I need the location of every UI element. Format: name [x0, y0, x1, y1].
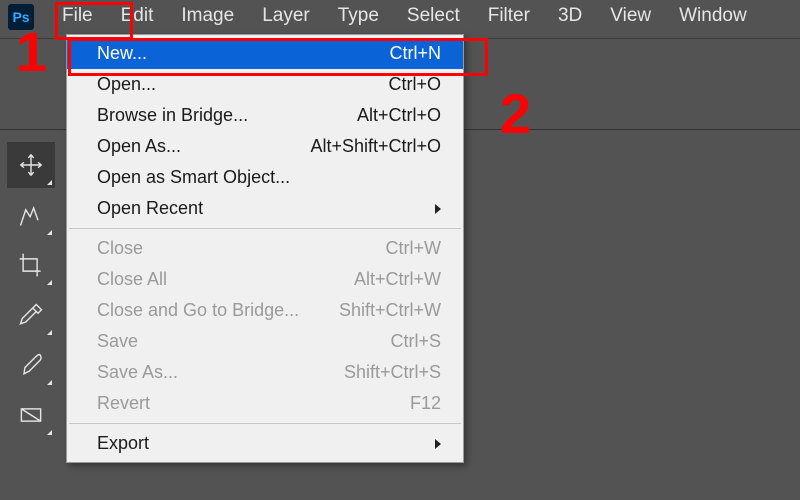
file-menu-browse-in-bridge[interactable]: Browse in Bridge...Alt+Ctrl+O — [67, 100, 463, 131]
menu-file[interactable]: File — [48, 0, 107, 34]
menu-filter[interactable]: Filter — [474, 0, 544, 34]
menu-item-label: Close — [97, 238, 376, 259]
brush-tool[interactable] — [7, 342, 55, 388]
gradient-tool[interactable] — [7, 392, 55, 438]
file-menu-open-as-smart-object[interactable]: Open as Smart Object... — [67, 162, 463, 193]
submenu-arrow-icon — [435, 439, 441, 449]
file-menu-open-as[interactable]: Open As...Alt+Shift+Ctrl+O — [67, 131, 463, 162]
file-menu-new[interactable]: New...Ctrl+N — [67, 38, 463, 69]
menu-type[interactable]: Type — [324, 0, 393, 34]
menu-image[interactable]: Image — [167, 0, 248, 34]
menu-item-shortcut: Shift+Ctrl+W — [329, 300, 441, 321]
move-tool[interactable] — [7, 142, 55, 188]
menu-select[interactable]: Select — [393, 0, 474, 34]
menu-item-shortcut: Ctrl+S — [380, 331, 441, 352]
photoshop-app-icon: Ps — [8, 4, 34, 30]
menu-item-label: Export — [97, 433, 427, 454]
file-menu-close-all: Close AllAlt+Ctrl+W — [67, 264, 463, 295]
annotation-number-2: 2 — [500, 86, 531, 142]
file-menu-revert: RevertF12 — [67, 388, 463, 419]
file-menu-export[interactable]: Export — [67, 428, 463, 459]
menu-item-shortcut: Alt+Ctrl+W — [344, 269, 441, 290]
file-menu-open[interactable]: Open...Ctrl+O — [67, 69, 463, 100]
menu-item-label: Browse in Bridge... — [97, 105, 347, 126]
menu-item-shortcut: Ctrl+W — [376, 238, 442, 259]
menu-item-label: Save — [97, 331, 380, 352]
file-menu-open-recent[interactable]: Open Recent — [67, 193, 463, 224]
eyedropper-tool[interactable] — [7, 292, 55, 338]
menu-item-label: Open... — [97, 74, 378, 95]
menu-item-shortcut: Alt+Ctrl+O — [347, 105, 441, 126]
menu-item-label: Save As... — [97, 362, 334, 383]
file-menu-dropdown: New...Ctrl+NOpen...Ctrl+OBrowse in Bridg… — [66, 34, 464, 463]
lasso-tool[interactable] — [7, 192, 55, 238]
menu-view[interactable]: View — [596, 0, 665, 34]
menu-item-shortcut: Alt+Shift+Ctrl+O — [300, 136, 441, 157]
file-menu-save: SaveCtrl+S — [67, 326, 463, 357]
menu-item-shortcut: Ctrl+O — [378, 74, 441, 95]
crop-tool[interactable] — [7, 242, 55, 288]
tool-panel — [4, 130, 58, 442]
menu-item-label: Open Recent — [97, 198, 427, 219]
menu-item-label: Revert — [97, 393, 400, 414]
menu-item-label: Close All — [97, 269, 344, 290]
menu-edit[interactable]: Edit — [107, 0, 168, 34]
menu-item-label: Open as Smart Object... — [97, 167, 441, 188]
menu-item-label: Close and Go to Bridge... — [97, 300, 329, 321]
file-menu-close-and-go-to-bridge: Close and Go to Bridge...Shift+Ctrl+W — [67, 295, 463, 326]
menu-item-shortcut: Ctrl+N — [379, 43, 441, 64]
menu-window[interactable]: Window — [665, 0, 761, 34]
menu-layer[interactable]: Layer — [248, 0, 324, 34]
menu-item-label: Open As... — [97, 136, 300, 157]
menu-item-label: New... — [97, 43, 379, 64]
menu-item-shortcut: F12 — [400, 393, 441, 414]
menu-bar: Ps File Edit Image Layer Type Select Fil… — [0, 0, 800, 34]
menu-item-shortcut: Shift+Ctrl+S — [334, 362, 441, 383]
menu-separator — [69, 228, 461, 229]
file-menu-close: CloseCtrl+W — [67, 233, 463, 264]
menu-separator — [69, 423, 461, 424]
menu-3d[interactable]: 3D — [544, 0, 596, 34]
submenu-arrow-icon — [435, 204, 441, 214]
file-menu-save-as: Save As...Shift+Ctrl+S — [67, 357, 463, 388]
